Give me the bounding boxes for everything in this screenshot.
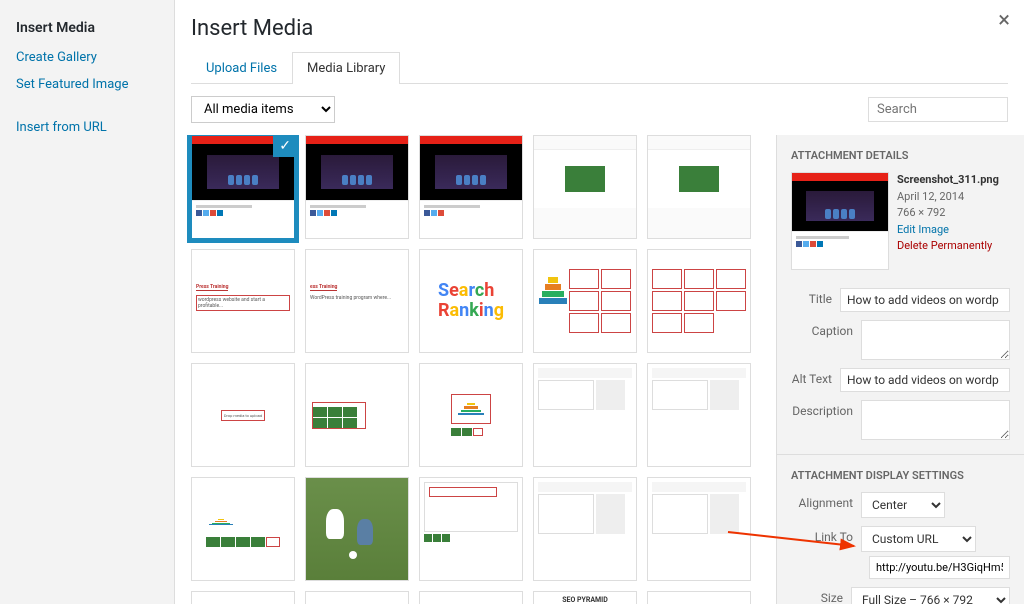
alttext-label: Alt Text — [791, 368, 840, 386]
attachment-date: April 12, 2014 — [897, 190, 964, 203]
close-button[interactable]: × — [998, 8, 1010, 33]
media-filter-select[interactable]: All media items — [191, 96, 335, 123]
media-thumb[interactable]: ✓ — [191, 135, 295, 239]
media-thumb[interactable] — [191, 591, 295, 604]
search-input[interactable] — [868, 97, 1008, 122]
media-thumb[interactable] — [305, 477, 409, 581]
media-thumb[interactable]: Drop media to upload — [191, 363, 295, 467]
media-thumb[interactable] — [647, 477, 751, 581]
media-grid-scroll[interactable]: ✓ — [175, 135, 776, 604]
page-title: Insert Media — [191, 16, 1008, 41]
sidebar-link-create-gallery[interactable]: Create Gallery — [0, 44, 174, 71]
description-input[interactable] — [861, 400, 1010, 440]
edit-image-link[interactable]: Edit Image — [897, 222, 999, 239]
attachment-dims: 766 × 792 — [897, 206, 945, 219]
media-thumb[interactable] — [647, 591, 751, 604]
media-thumb[interactable] — [647, 135, 751, 239]
media-thumb[interactable]: Press Trainingwordpress website and star… — [191, 249, 295, 353]
seo-pyramid-label: SEO PYRAMID — [562, 596, 608, 604]
caption-label: Caption — [791, 320, 861, 338]
media-grid: ✓ — [191, 135, 768, 604]
attachment-details-heading: ATTACHMENT DETAILS — [791, 149, 1010, 162]
attachment-panel: ATTACHMENT DETAILS Screenshot_311.png Ap… — [776, 135, 1024, 604]
check-icon: ✓ — [279, 138, 291, 154]
media-thumb[interactable]: ess TrainingWordPress training program w… — [305, 249, 409, 353]
media-thumb[interactable] — [305, 135, 409, 239]
display-settings-heading: ATTACHMENT DISPLAY SETTINGS — [791, 469, 1010, 482]
attachment-filename: Screenshot_311.png — [897, 172, 999, 189]
media-thumb[interactable] — [191, 477, 295, 581]
media-thumb[interactable] — [647, 363, 751, 467]
alttext-input[interactable] — [840, 368, 1010, 392]
sidebar-link-featured-image[interactable]: Set Featured Image — [0, 71, 174, 98]
custom-url-input[interactable] — [869, 556, 1010, 579]
title-input[interactable] — [840, 288, 1010, 312]
title-label: Title — [791, 288, 840, 306]
media-thumb[interactable] — [647, 249, 751, 353]
linkto-label: Link To — [791, 526, 861, 544]
search-ranking-thumb: SearchRanking — [438, 281, 504, 321]
alignment-select[interactable]: Center — [861, 492, 945, 518]
sidebar-link-insert-url[interactable]: Insert from URL — [0, 114, 174, 141]
media-thumb[interactable] — [533, 135, 637, 239]
media-thumb[interactable] — [305, 591, 409, 604]
media-thumb[interactable] — [419, 363, 523, 467]
caption-input[interactable] — [861, 320, 1010, 360]
tab-media-library[interactable]: Media Library — [292, 52, 400, 84]
media-thumb[interactable] — [305, 363, 409, 467]
alignment-label: Alignment — [791, 492, 861, 510]
linkto-select[interactable]: Custom URL — [861, 526, 976, 552]
media-thumb[interactable] — [533, 363, 637, 467]
media-thumb[interactable] — [533, 477, 637, 581]
media-thumb[interactable] — [533, 249, 637, 353]
attachment-thumbnail — [791, 172, 889, 270]
size-label: Size — [791, 587, 851, 604]
description-label: Description — [791, 400, 861, 418]
tab-upload-files[interactable]: Upload Files — [191, 52, 292, 84]
media-thumb[interactable]: SEO PYRAMID — [533, 591, 637, 604]
delete-permanently-link[interactable]: Delete Permanently — [897, 238, 999, 255]
media-thumb[interactable]: SearchRanking — [419, 249, 523, 353]
size-select[interactable]: Full Size – 766 × 792 — [851, 587, 1010, 604]
media-thumb[interactable] — [419, 135, 523, 239]
sidebar-title: Insert Media — [0, 16, 174, 44]
media-thumb[interactable] — [419, 591, 523, 604]
left-sidebar: Insert Media Create Gallery Set Featured… — [0, 0, 175, 604]
media-thumb[interactable] — [419, 477, 523, 581]
tabs: Upload Files Media Library — [191, 51, 1008, 84]
